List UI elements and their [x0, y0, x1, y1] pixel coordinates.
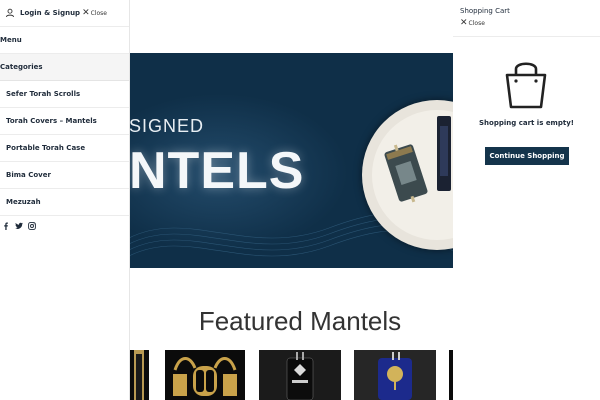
shopping-bag-icon: [505, 62, 547, 109]
instagram-icon[interactable]: [28, 222, 36, 230]
facebook-icon[interactable]: [2, 222, 10, 230]
continue-shopping-button[interactable]: Continue Shopping: [485, 147, 569, 165]
mobile-menu-panel: Login & Signup ✕ Close Menu Categories S…: [0, 0, 130, 400]
menu-close-button[interactable]: ✕ Close: [82, 8, 107, 18]
login-signup-row: Login & Signup ✕ Close: [0, 0, 129, 27]
close-icon[interactable]: ✕: [460, 18, 468, 28]
category-item-sefer-torah-scrolls[interactable]: Sefer Torah Scrolls: [0, 81, 129, 108]
user-icon[interactable]: [5, 8, 15, 18]
menu-close-label[interactable]: Close: [91, 10, 107, 17]
product-card[interactable]: [129, 350, 149, 400]
product-image: [354, 350, 436, 400]
cart-empty-message: Shopping cart is empty!: [479, 119, 574, 127]
cart-close-label[interactable]: Close: [469, 20, 485, 27]
product-card[interactable]: [165, 350, 245, 400]
banner-title: NTELS: [129, 142, 305, 200]
close-icon[interactable]: ✕: [82, 8, 90, 18]
product-card[interactable]: [259, 350, 341, 400]
login-signup-link[interactable]: Login & Signup: [20, 9, 80, 17]
category-item-portable-torah-case[interactable]: Portable Torah Case: [0, 135, 129, 162]
cart-title: Shopping Cart: [460, 7, 510, 15]
shopping-cart-panel: Shopping Cart ✕ Close Shopping cart is e…: [453, 0, 600, 400]
categories-tab[interactable]: Categories: [0, 54, 129, 81]
category-item-torah-covers-mantels[interactable]: Torah Covers – Mantels: [0, 108, 129, 135]
hero-banner[interactable]: SIGNED NTELS: [129, 53, 453, 268]
torah-mantel-image-2: [437, 116, 451, 191]
category-item-mezuzah[interactable]: Mezuzah: [0, 189, 129, 216]
product-image: [134, 350, 144, 400]
category-item-bima-cover[interactable]: Bima Cover: [0, 162, 129, 189]
menu-tab[interactable]: Menu: [0, 27, 129, 54]
product-image: [165, 350, 245, 400]
twitter-icon[interactable]: [15, 222, 23, 230]
cart-header: Shopping Cart ✕ Close: [453, 0, 600, 37]
product-image: [259, 350, 341, 400]
social-links: [0, 216, 129, 230]
cart-close-button[interactable]: ✕ Close: [460, 18, 600, 28]
product-card[interactable]: [354, 350, 436, 400]
banner-subtitle: SIGNED: [129, 116, 205, 136]
